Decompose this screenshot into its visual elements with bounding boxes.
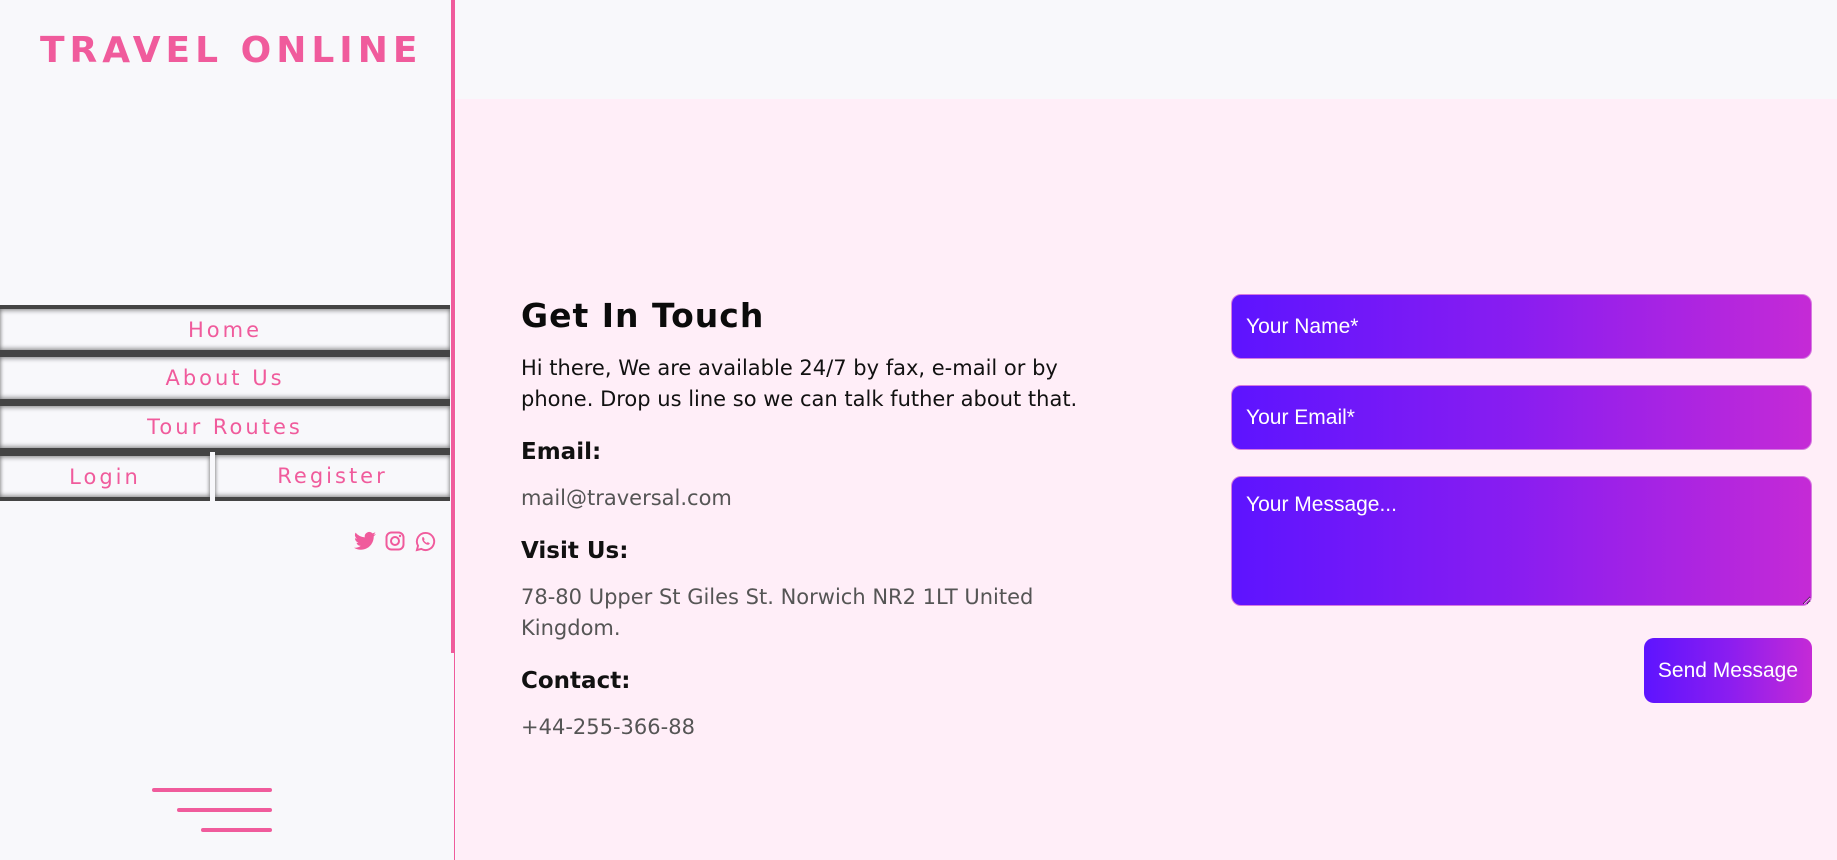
instagram-icon[interactable] [384, 530, 406, 552]
message-input[interactable] [1231, 476, 1812, 606]
contact-info: Get In Touch Hi there, We are available … [521, 296, 1081, 767]
site-logo[interactable]: TRAVEL ONLINE [40, 30, 422, 71]
main-nav: Home About Us Tour Routes Login Register [0, 305, 450, 501]
menu-toggle-icon[interactable] [152, 788, 272, 832]
email-value[interactable]: mail@traversal.com [521, 483, 1081, 514]
page-title: Get In Touch [521, 296, 765, 335]
twitter-icon[interactable] [354, 530, 376, 552]
name-input[interactable] [1231, 294, 1812, 359]
whatsapp-icon[interactable] [414, 530, 436, 552]
sidebar-accent-border [451, 0, 454, 653]
send-message-button[interactable]: Send Message [1643, 638, 1812, 703]
login-button[interactable]: Login [0, 452, 210, 501]
contact-label: Contact: [521, 668, 631, 694]
top-bar [456, 0, 1837, 99]
address-value: 78-80 Upper St Giles St. Norwich NR2 1LT… [521, 585, 1034, 640]
contact-form: Send Message [1231, 294, 1812, 703]
intro-text: Hi there, We are available 24/7 by fax, … [521, 356, 1078, 411]
nav-item-about[interactable]: About Us [0, 354, 450, 403]
email-input[interactable] [1231, 385, 1812, 450]
phone-value[interactable]: +44-255-366-88 [521, 712, 1081, 743]
visit-label: Visit Us: [521, 538, 629, 564]
register-button[interactable]: Register [215, 452, 450, 501]
social-links [354, 530, 436, 552]
sidebar: TRAVEL ONLINE Home About Us Tour Routes … [0, 0, 455, 860]
nav-item-home[interactable]: Home [0, 305, 450, 354]
nav-item-tour-routes[interactable]: Tour Routes [0, 403, 450, 452]
contact-section: Get In Touch Hi there, We are available … [456, 99, 1837, 860]
email-label: Email: [521, 439, 602, 465]
auth-row: Login Register [0, 452, 450, 501]
